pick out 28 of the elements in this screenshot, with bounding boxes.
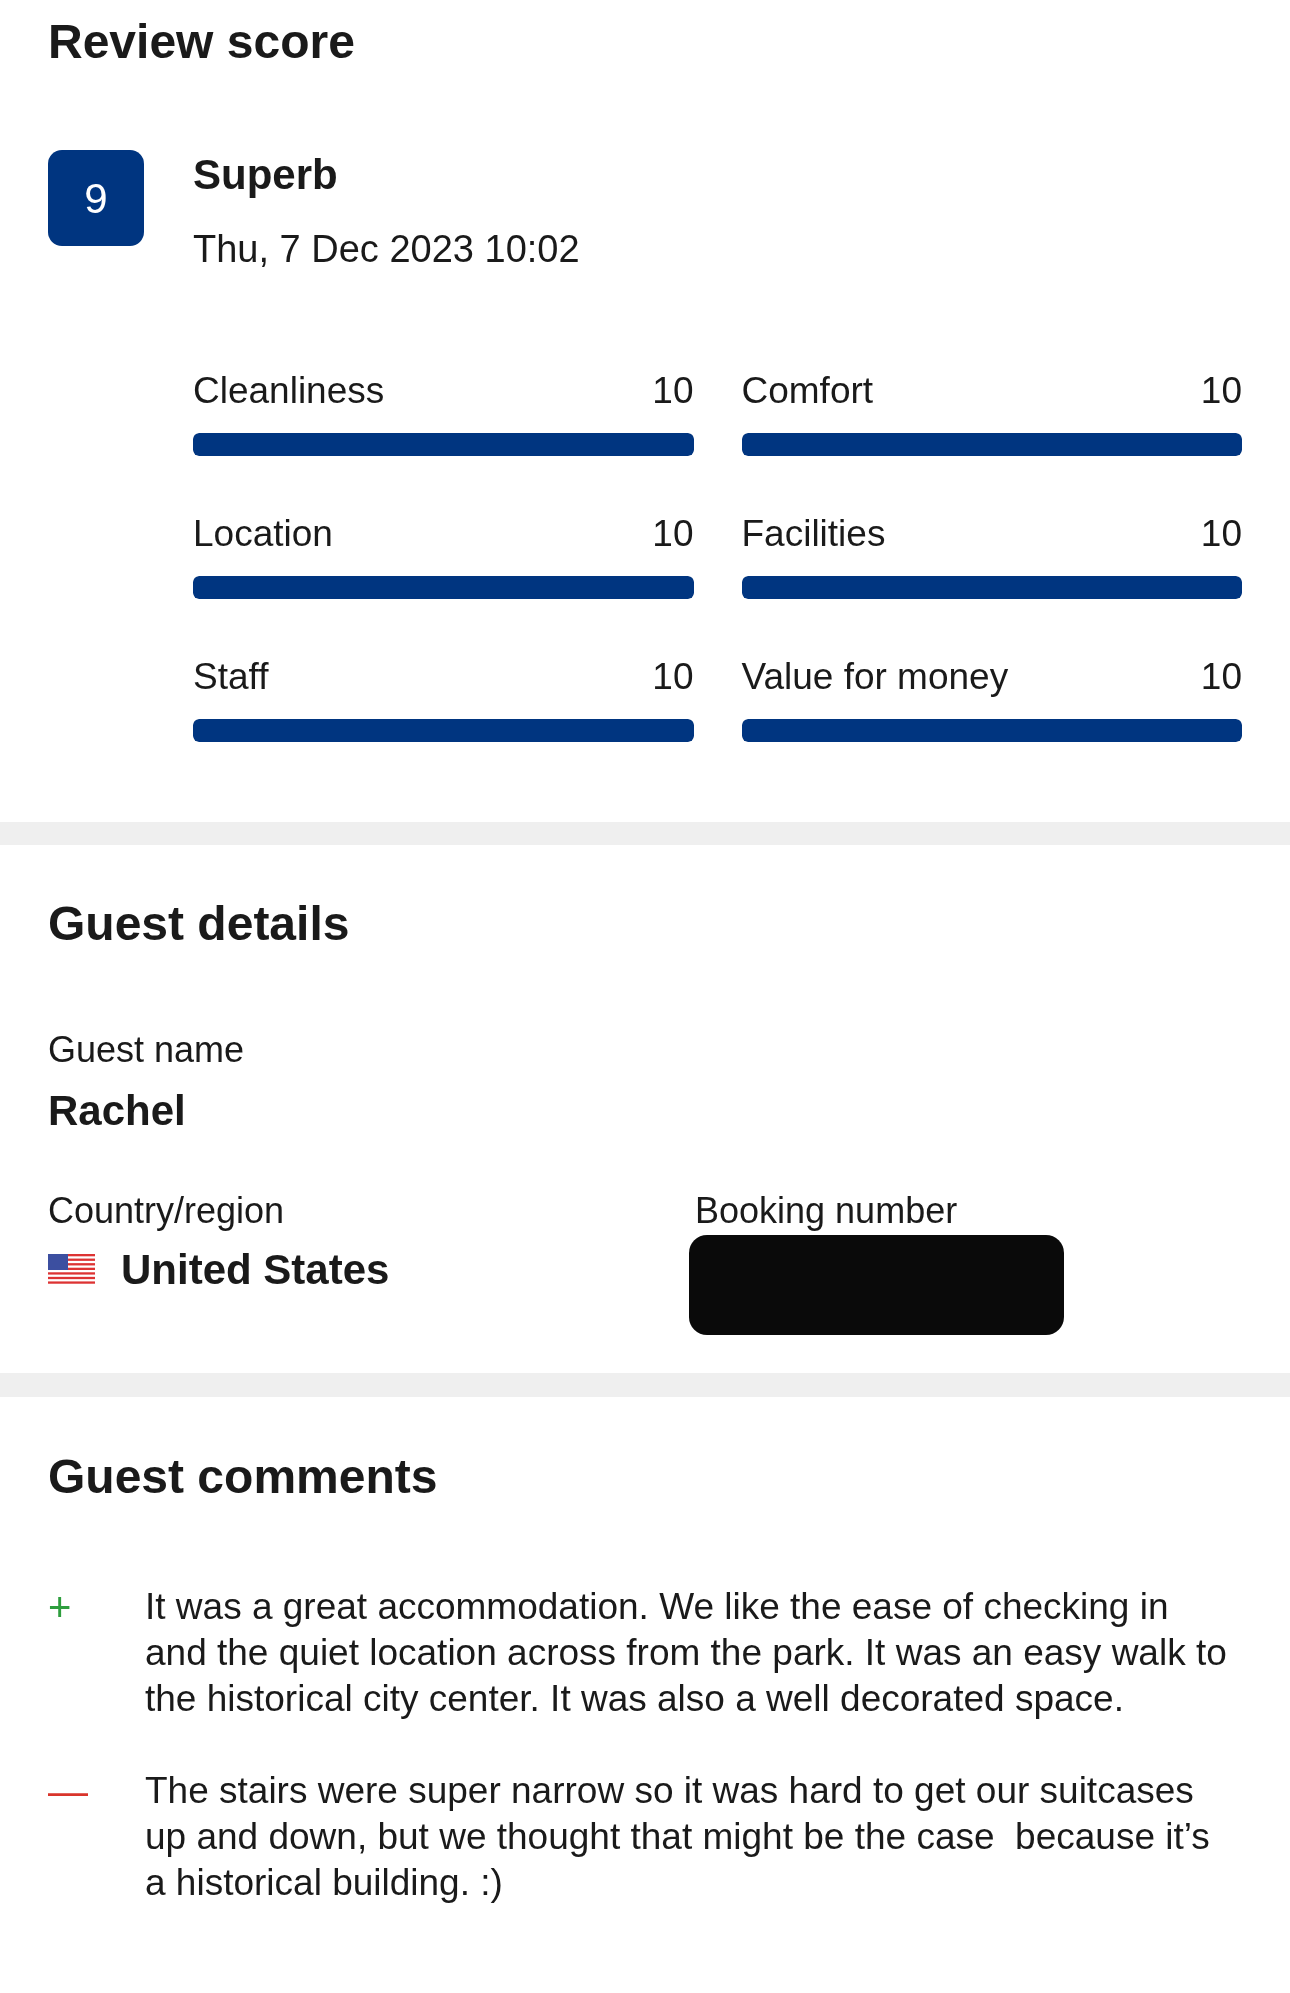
- rating-value: 10: [652, 369, 694, 414]
- review-date: Thu, 7 Dec 2023 10:02: [193, 227, 580, 272]
- comment-text: It was a great accommodation. We like the ease of checking in and the quiet location across from the park. It was an easy walk to the historical city center. It was also a well decorated space.: [145, 1585, 1228, 1721]
- comment-text: The stairs were super narrow so it was hard to get our suitcases up and down, but we thought that might be the case because it’s a historical building. :): [145, 1769, 1211, 1905]
- section-title: Guest details: [48, 896, 350, 952]
- rating-label: Comfort: [741, 369, 874, 414]
- rating-label: Facilities: [741, 512, 886, 557]
- plus-sign: +: [48, 1584, 73, 1631]
- score-badge: 9: [48, 150, 144, 246]
- rating-label: Location: [193, 512, 333, 557]
- flag-icon: [48, 1254, 95, 1286]
- rating-value: 10: [1200, 512, 1242, 557]
- section-title: Guest comments: [48, 1449, 438, 1505]
- field-label: Country/region: [48, 1189, 285, 1233]
- rating-label: Staff: [193, 655, 269, 700]
- rating-label: Value for money: [741, 655, 1009, 700]
- rating-value: 10: [652, 512, 694, 557]
- minus-sign: —: [48, 1768, 89, 1815]
- score-verdict: Superb: [193, 150, 338, 200]
- country-name: United States: [121, 1245, 390, 1295]
- rating-label: Cleanliness: [193, 369, 385, 414]
- rating-value: 10: [652, 655, 694, 700]
- rating-value: 10: [1200, 369, 1242, 414]
- guest-name: Rachel: [48, 1086, 186, 1136]
- field-label: Booking number: [695, 1189, 958, 1233]
- section-title: Review score: [48, 14, 355, 70]
- rating-value: 10: [1200, 655, 1242, 700]
- field-label: Guest name: [48, 1028, 245, 1072]
